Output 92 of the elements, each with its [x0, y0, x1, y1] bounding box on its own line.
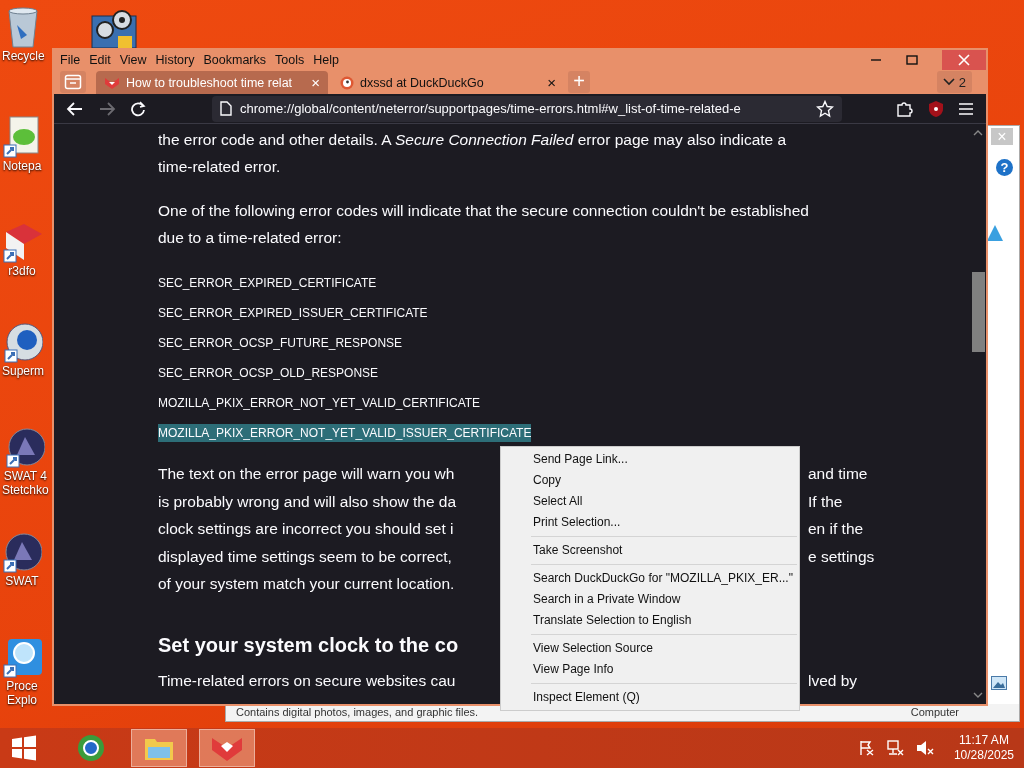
tab-close-button[interactable]: × — [311, 74, 320, 91]
tab-title: How to troubleshoot time relat — [126, 75, 294, 90]
context-menu-item[interactable]: Copy — [501, 470, 799, 491]
context-menu-item[interactable]: Select All — [501, 491, 799, 512]
paragraph-line: Time-related errors on secure websites cau — [158, 670, 456, 691]
paragraph: One of the following error codes will indicate that the secure connection couldn't be established due to a time-related error: — [158, 201, 810, 248]
forward-icon[interactable] — [98, 100, 116, 117]
context-menu-item[interactable]: Take Screenshot — [501, 540, 799, 561]
menu-item[interactable]: View — [119, 53, 147, 67]
gears-icon[interactable] — [90, 8, 138, 48]
menu-item[interactable]: History — [155, 53, 195, 67]
scroll-down-icon[interactable] — [973, 692, 983, 698]
error-code: SEC_ERROR_EXPIRED_ISSUER_CERTIFICATE — [158, 305, 428, 322]
puzzle-icon[interactable] — [896, 99, 914, 118]
paragraph-line: lved by — [808, 670, 858, 691]
status-text: Contains digital photos, images, and graphic files. — [236, 705, 479, 720]
browser-tab[interactable]: How to troubleshoot time relat × — [96, 71, 328, 94]
tab-list-button[interactable]: 2 — [936, 71, 972, 93]
reload-icon[interactable] — [130, 100, 146, 117]
notepad-icon[interactable] — [2, 115, 42, 159]
paragraph-line: is probably wrong and will also show the da — [158, 491, 457, 512]
context-menu-item[interactable]: View Page Info — [501, 659, 799, 680]
paragraph-line: e settings — [808, 546, 875, 567]
tray-icon — [64, 74, 82, 90]
context-menu-item[interactable]: Search DuckDuckGo for "MOZILLA_PKIX_ER..." — [501, 568, 799, 589]
close-button[interactable] — [942, 50, 986, 70]
context-menu-item[interactable]: Translate Selection to English — [501, 610, 799, 631]
error-code: SEC_ERROR_OCSP_OLD_RESPONSE — [158, 365, 379, 382]
paragraph-line: If the — [808, 491, 843, 512]
error-code: MOZILLA_PKIX_ERROR_NOT_YET_VALID_ISSUER_CERTIFICATE — [158, 424, 532, 442]
paragraph-line: clock settings are incorrect you should set i — [158, 519, 454, 539]
context-menu-item[interactable]: Search in a Private Window — [501, 589, 799, 610]
muted-speaker-icon[interactable] — [915, 740, 934, 756]
icon-label: r3dfo — [8, 264, 36, 278]
fox-icon — [104, 75, 120, 90]
chevron-icon — [942, 78, 955, 86]
help-button[interactable]: ? — [996, 159, 1013, 176]
taskbar-app[interactable] — [199, 729, 255, 767]
menu-item[interactable]: Bookmarks — [203, 53, 266, 67]
paragraph-line: en if the — [808, 519, 864, 539]
icon-label: Superm — [2, 364, 45, 378]
image-icon — [991, 676, 1007, 690]
tab-overview-button[interactable] — [60, 71, 86, 93]
paragraph-line: displayed time settings seem to be correct, — [158, 546, 452, 567]
context-menu-item[interactable]: Print Selection... — [501, 512, 799, 533]
error-code: MOZILLA_PKIX_ERROR_NOT_YET_VALID_CERTIFICATE — [158, 395, 481, 412]
shell-icon — [985, 223, 1005, 243]
clock-date[interactable]: 10/28/2025 — [953, 748, 1014, 763]
menu-item[interactable]: File — [60, 53, 81, 67]
globe-icon — [76, 733, 106, 763]
icon-label: Recycle — [2, 49, 45, 63]
error-code: SEC_ERROR_EXPIRED_CERTIFICATE — [158, 275, 377, 292]
context-menu-item[interactable]: Inspect Element (Q) — [501, 687, 799, 708]
icon-label: Stetchko — [2, 483, 49, 497]
paragraph-line: and time — [808, 464, 868, 484]
windows-logo-icon[interactable] — [11, 735, 37, 761]
icon-label: Explo — [7, 693, 37, 707]
section-heading: Set your system clock to the co — [158, 632, 459, 658]
maximize-icon[interactable] — [906, 54, 918, 66]
network-icon[interactable] — [885, 740, 904, 756]
menu-icon[interactable] — [958, 101, 974, 116]
paragraph: the error code and other details. A Secure Connection Failed error page may also indicate a time-related error. — [158, 130, 788, 177]
paragraph-line: of your system match your current location. — [158, 574, 455, 594]
icon-label: Notepa — [2, 159, 42, 173]
icon-label: SWAT 4 — [3, 469, 47, 483]
close-icon — [958, 54, 970, 66]
location-text: Computer — [910, 705, 959, 720]
paragraph-line: The text on the error page will warn you wh — [158, 464, 455, 484]
tab-close-button[interactable]: × — [547, 74, 556, 91]
context-menu-item[interactable]: Send Page Link... — [501, 449, 799, 470]
duck-icon — [340, 75, 354, 90]
context-menu-item[interactable]: View Selection Source — [501, 638, 799, 659]
menu-item[interactable]: Tools — [275, 53, 305, 67]
page-icon — [220, 101, 232, 116]
address-bar[interactable]: chrome://global/content/neterror/supportpages/time-errors.html#w_list-of-time-related-e — [212, 95, 842, 122]
scrollbar-thumb[interactable] — [972, 272, 985, 352]
flag-icon[interactable] — [857, 740, 874, 756]
icon-label: Proce — [6, 679, 38, 693]
scroll-up-icon[interactable] — [973, 130, 983, 136]
star-icon[interactable] — [816, 99, 834, 118]
back-icon[interactable] — [66, 100, 84, 117]
menu-item[interactable]: Help — [313, 53, 339, 67]
clock-time[interactable]: 11:17 AM — [959, 733, 1009, 748]
menu-item[interactable]: Edit — [89, 53, 111, 67]
emblem-icon[interactable] — [2, 530, 42, 574]
icon-label: SWAT — [5, 574, 39, 588]
emblem-icon[interactable] — [5, 425, 46, 469]
browser-tab[interactable]: dxssd at DuckDuckGo × — [332, 71, 564, 94]
globe-icon[interactable] — [3, 320, 43, 364]
tab-title: dxssd at DuckDuckGo — [360, 75, 485, 90]
error-code: SEC_ERROR_OCSP_FUTURE_RESPONSE — [158, 335, 403, 352]
shield-icon[interactable] — [928, 99, 944, 118]
